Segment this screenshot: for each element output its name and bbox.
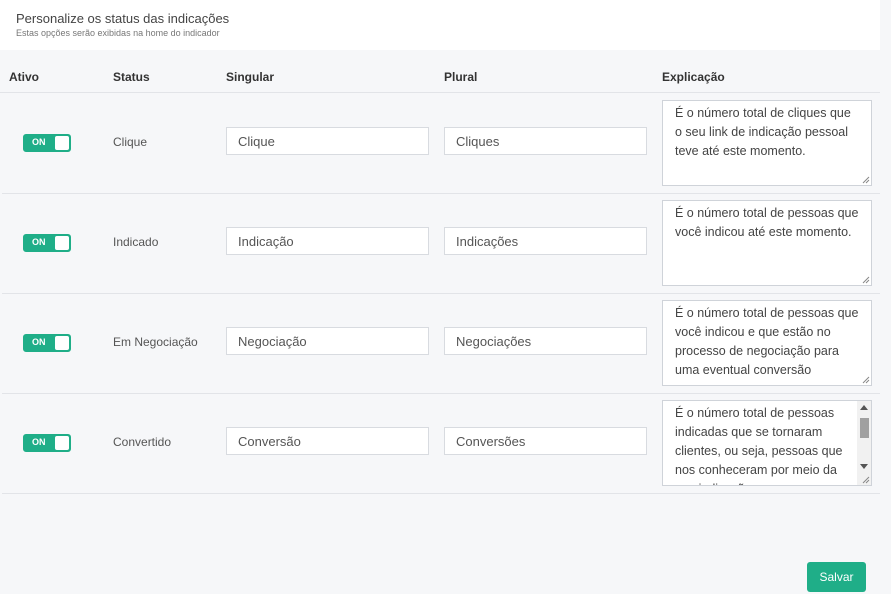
column-header-explanation: Explicação	[662, 70, 725, 84]
plural-input[interactable]	[444, 227, 647, 255]
singular-input[interactable]	[226, 227, 429, 255]
explanation-text: É o número total de pessoas que você ind…	[675, 306, 859, 377]
toggle-on-label: ON	[32, 237, 46, 247]
plural-input[interactable]	[444, 427, 647, 455]
explanation-textarea[interactable]: É o número total de pessoas que você ind…	[662, 300, 872, 386]
scroll-up-icon[interactable]	[860, 405, 868, 410]
column-header-status: Status	[113, 70, 150, 84]
singular-input[interactable]	[226, 327, 429, 355]
column-header-singular: Singular	[226, 70, 275, 84]
status-name: Indicado	[113, 235, 159, 249]
toggle-on-label: ON	[32, 437, 46, 447]
explanation-textarea[interactable]: É o número total de cliques que o seu li…	[662, 100, 872, 186]
save-button[interactable]: Salvar	[807, 562, 866, 592]
explanation-textarea[interactable]: É o número total de pessoas que você ind…	[662, 200, 872, 286]
explanation-text: É o número total de cliques que o seu li…	[675, 106, 851, 158]
toggle-knob	[55, 136, 69, 150]
textarea-scrollbar[interactable]	[857, 401, 871, 485]
plural-input[interactable]	[444, 127, 647, 155]
status-name: Clique	[113, 135, 148, 149]
active-toggle[interactable]: ON	[23, 134, 71, 152]
explanation-text: É o número total de pessoas que você ind…	[675, 206, 859, 239]
plural-input[interactable]	[444, 327, 647, 355]
resize-grip-icon[interactable]	[861, 175, 870, 184]
column-header-plural: Plural	[444, 70, 478, 84]
toggle-knob	[55, 436, 69, 450]
status-name: Convertido	[113, 435, 172, 449]
table-row: ON Indicado É o número total de pessoas …	[2, 193, 880, 294]
scroll-down-icon[interactable]	[860, 464, 868, 469]
page-subtitle: Estas opções serão exibidas na home do i…	[16, 28, 220, 38]
explanation-textarea[interactable]: É o número total de pessoas indicadas qu…	[662, 400, 872, 486]
toggle-knob	[55, 236, 69, 250]
table-row: ON Clique É o número total de cliques qu…	[2, 93, 880, 194]
toggle-knob	[55, 336, 69, 350]
page-title: Personalize os status das indicações	[16, 11, 230, 26]
active-toggle[interactable]: ON	[23, 434, 71, 452]
resize-grip-icon[interactable]	[861, 375, 870, 384]
resize-grip-icon[interactable]	[861, 275, 870, 284]
settings-header: Personalize os status das indicações Est…	[0, 0, 880, 50]
toggle-on-label: ON	[32, 137, 46, 147]
table-header: Ativo Status Singular Plural Explicação	[0, 66, 880, 93]
singular-input[interactable]	[226, 127, 429, 155]
column-header-active: Ativo	[9, 70, 39, 84]
resize-grip-icon[interactable]	[861, 475, 870, 484]
table-row: ON Em Negociação É o número total de pes…	[2, 293, 880, 394]
status-name: Em Negociação	[113, 335, 198, 349]
active-toggle[interactable]: ON	[23, 234, 71, 252]
toggle-on-label: ON	[32, 337, 46, 347]
active-toggle[interactable]: ON	[23, 334, 71, 352]
scroll-thumb[interactable]	[860, 418, 869, 438]
table-row: ON Convertido É o número total de pessoa…	[2, 393, 880, 494]
singular-input[interactable]	[226, 427, 429, 455]
explanation-text: É o número total de pessoas indicadas qu…	[675, 406, 843, 485]
